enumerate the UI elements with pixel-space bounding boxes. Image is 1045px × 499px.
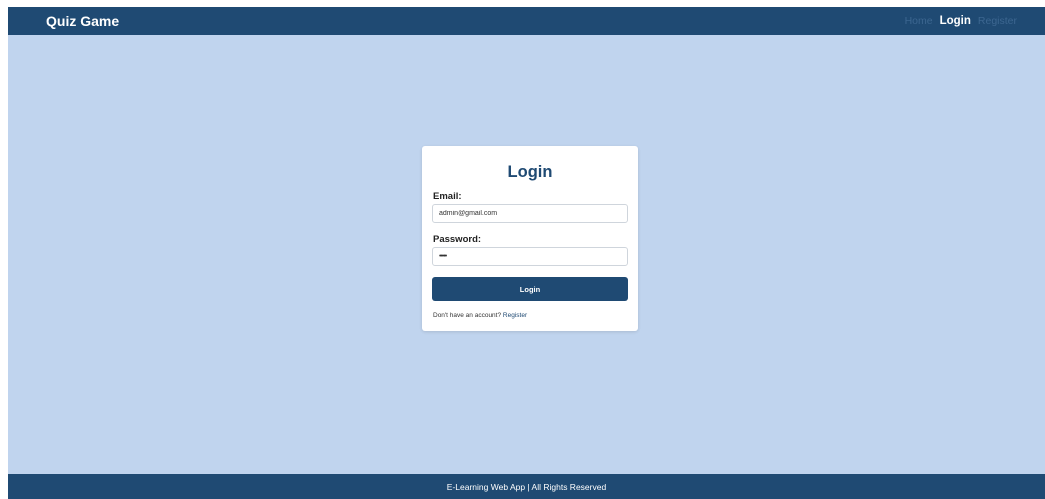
password-label: Password: (433, 234, 482, 245)
navbar: Quiz Game Home Login Register (8, 7, 1045, 35)
app-root: Quiz Game Home Login Register Login Emai… (8, 7, 1045, 499)
login-card: Login Email: Password: Login Don't have … (422, 146, 638, 331)
footer: E-Learning Web App | All Rights Reserved (8, 474, 1045, 499)
register-prompt-text: Don't have an account? (433, 312, 502, 319)
login-button[interactable]: Login (432, 277, 628, 301)
login-title: Login (507, 163, 553, 181)
brand-logo[interactable]: Quiz Game (46, 13, 119, 29)
register-prompt: Don't have an account? Register (433, 312, 527, 319)
password-field[interactable] (432, 247, 628, 266)
nav-link-login[interactable]: Login (940, 15, 971, 27)
nav-link-home[interactable]: Home (905, 15, 933, 27)
email-label: Email: (433, 191, 462, 202)
register-link[interactable]: Register (503, 312, 527, 319)
nav-links: Home Login Register (905, 15, 1017, 27)
nav-link-register[interactable]: Register (978, 15, 1017, 27)
footer-text: E-Learning Web App | All Rights Reserved (446, 481, 607, 492)
email-field[interactable] (432, 204, 628, 223)
